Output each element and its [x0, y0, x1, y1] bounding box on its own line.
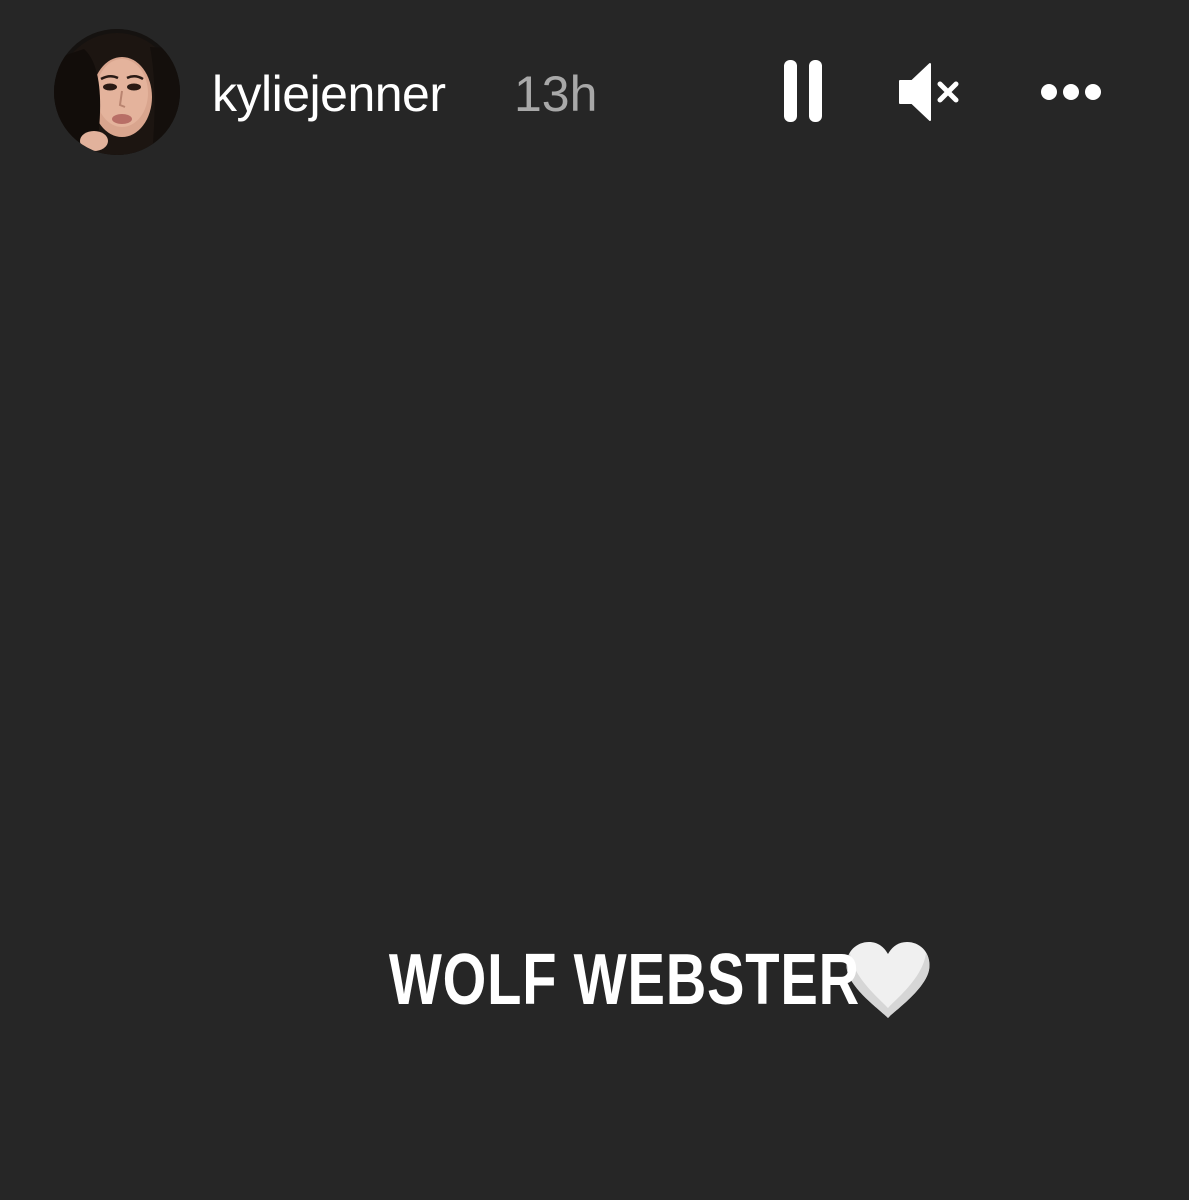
- avatar-image: [54, 29, 180, 155]
- pause-icon: [784, 60, 822, 122]
- caption-text: WOLF WEBSTER: [388, 940, 860, 1020]
- story-caption: WOLF WEBSTER: [0, 930, 1189, 1030]
- speaker-muted-icon: [899, 63, 959, 121]
- more-options-icon: [1041, 84, 1101, 100]
- story-viewer: kyliejenner 13h WOLF WEBSTER: [0, 0, 1189, 1200]
- pause-button[interactable]: [776, 56, 834, 128]
- profile-avatar[interactable]: [54, 29, 180, 155]
- more-options-button[interactable]: [1030, 70, 1112, 114]
- mute-button[interactable]: [894, 56, 966, 128]
- story-timestamp: 13h: [514, 66, 598, 122]
- story-header: kyliejenner 13h: [0, 0, 1189, 184]
- story-username[interactable]: kyliejenner: [212, 62, 446, 126]
